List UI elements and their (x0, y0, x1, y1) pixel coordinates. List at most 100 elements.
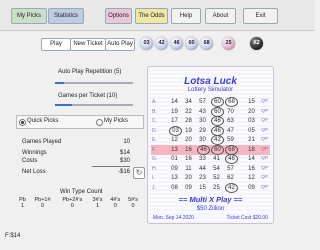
ticket-row: F. 13 16 46 60 68 18 QP (151, 144, 270, 155)
auto-play-repetition-slider[interactable] (55, 82, 133, 84)
quick-picks-radio[interactable] (19, 119, 26, 126)
ticket-number: 70 (227, 108, 234, 115)
reset-icon: ↻ (135, 168, 143, 177)
ticket-number: 46 (197, 144, 210, 155)
drawn-ball: 60 (185, 37, 198, 50)
play-button[interactable]: Play (41, 38, 71, 51)
win-type-table: Pb Pb+1# Pb+2#'s 3#'s 4#'s 5#'s 1 0 0 1 … (16, 197, 142, 209)
new-ticket-button[interactable]: New Ticket (70, 38, 106, 51)
quick-pick-tag: QP (261, 165, 268, 171)
ticket-number: 60 (211, 144, 224, 155)
multiplier-ball: X2 (250, 37, 263, 50)
net-loss-label: Net Loss (22, 169, 46, 175)
ticket-number: 16 (185, 146, 192, 153)
stats-divider (92, 166, 130, 167)
menu-my-picks-button[interactable]: My Picks (11, 8, 47, 24)
ticket-number: 09 (185, 184, 192, 191)
ticket-number: 44 (199, 165, 206, 172)
ticket-number: 60 (211, 106, 224, 117)
row-letter: B. (152, 108, 157, 115)
drawn-ball: 42 (155, 37, 168, 50)
drawn-ball: 03 (140, 37, 153, 50)
costs-label: Costs (22, 158, 38, 164)
ticket-number: 03 (169, 125, 182, 136)
ticket-cost: Ticket Cost $20.00 (226, 215, 268, 221)
ticket-number: 29 (199, 127, 206, 134)
ticket-number: 23 (199, 175, 206, 181)
games-played-label: Games Played (22, 139, 62, 145)
quick-pick-tag: QP (261, 99, 268, 104)
menu-statistics-button[interactable]: Statistics (48, 8, 84, 24)
ticket-number: 43 (199, 108, 206, 115)
costs-value: $30 (119, 158, 130, 164)
ticket-number: 57 (199, 99, 206, 105)
ticket-mega-number: 15 (248, 99, 255, 105)
win-type-count: 1 (95, 203, 100, 209)
games-per-ticket-slider[interactable] (55, 104, 133, 106)
menu-options-button[interactable]: Options (105, 8, 132, 24)
ticket-number: 68 (225, 97, 238, 107)
ticket-number: 13 (171, 175, 178, 181)
ticket-row: H. 09 11 44 54 57 16 QP (151, 164, 270, 174)
row-letter: I. (152, 175, 155, 181)
row-letter: D. (152, 127, 157, 134)
winnings-value: $14 (119, 150, 130, 156)
ticket-title: Lotsa Luck (184, 76, 237, 87)
ticket-number: 30 (199, 118, 206, 124)
ticket-number: 33 (199, 156, 206, 162)
ticket-number: 19 (185, 127, 192, 134)
ticket-mega-number: 03 (248, 118, 255, 124)
ticket-mega-number: 21 (248, 137, 255, 143)
menu-exit-button[interactable]: Exit (243, 8, 278, 24)
ticket-number: 46 (211, 125, 224, 136)
ticket-mega-number: 12 (248, 175, 255, 181)
ticket-number: 09 (171, 165, 178, 172)
ticket-number: 42 (211, 135, 224, 145)
quick-pick-tag: QP (261, 156, 268, 161)
status-text: F:$14 (5, 233, 21, 239)
auto-play-repetition-label: Auto Play Repetition (5) (58, 69, 122, 75)
ticket-number: 28 (185, 118, 192, 124)
row-letter: H. (152, 165, 157, 172)
reset-button[interactable]: ↻ (133, 167, 145, 179)
row-letter: J. (152, 184, 156, 191)
menu-the-odds-button[interactable]: The Odds (135, 8, 168, 24)
win-type-count: 0 (40, 203, 45, 209)
auto-play-button[interactable]: Auto Play (105, 38, 135, 51)
ticket-number: 62 (227, 175, 234, 181)
ticket-number: 46 (225, 154, 238, 164)
ticket-number: 63 (227, 118, 234, 124)
menu-help-button[interactable]: Help (171, 8, 201, 24)
net-loss-value: -$16 (117, 169, 130, 175)
ticket-number: 68 (225, 144, 238, 155)
ticket-row: D. 03 19 29 46 47 05 QP (151, 125, 270, 136)
my-picks-radio[interactable] (96, 119, 103, 126)
ticket-mega-number: 05 (248, 127, 255, 134)
row-letter: E. (152, 137, 157, 143)
quick-pick-tag: QP (261, 146, 268, 152)
ticket-number: 15 (199, 184, 206, 191)
ticket-number: 52 (213, 175, 220, 181)
row-letter: F. (152, 146, 156, 153)
ticket-number: 59 (227, 137, 234, 143)
ticket-number: 57 (227, 165, 234, 172)
win-type-count: 0 (113, 203, 117, 209)
win-type-count: 0 (70, 203, 74, 209)
menu-bar: My Picks Statistics Options The Odds Help Abo… (0, 0, 315, 31)
ticket-number: 22 (185, 108, 192, 115)
ticket-row: A. 14 34 57 60 68 15 QP (151, 97, 270, 107)
lottery-ticket: Lotsa Luck Lottery Simulator A. 14 34 57 60 6… (147, 66, 274, 224)
ticket-mega-number: 18 (248, 146, 255, 153)
ticket-number: 08 (171, 184, 178, 191)
ticket-number: 11 (185, 165, 192, 172)
ticket-number: 13 (171, 146, 178, 153)
my-picks-label: My Picks (104, 118, 128, 124)
ticket-number: 34 (185, 99, 192, 105)
drawn-ball: 46 (170, 37, 183, 50)
menu-about-button[interactable]: About (205, 8, 236, 24)
ticket-number: 30 (199, 137, 206, 143)
drawn-ball: 68 (200, 37, 213, 50)
games-per-ticket-label: Games per Ticket (10) (58, 93, 118, 99)
ticket-subtitle: Lottery Simulator (187, 87, 234, 93)
multi-x-play: == Multi X Play == (178, 195, 243, 204)
